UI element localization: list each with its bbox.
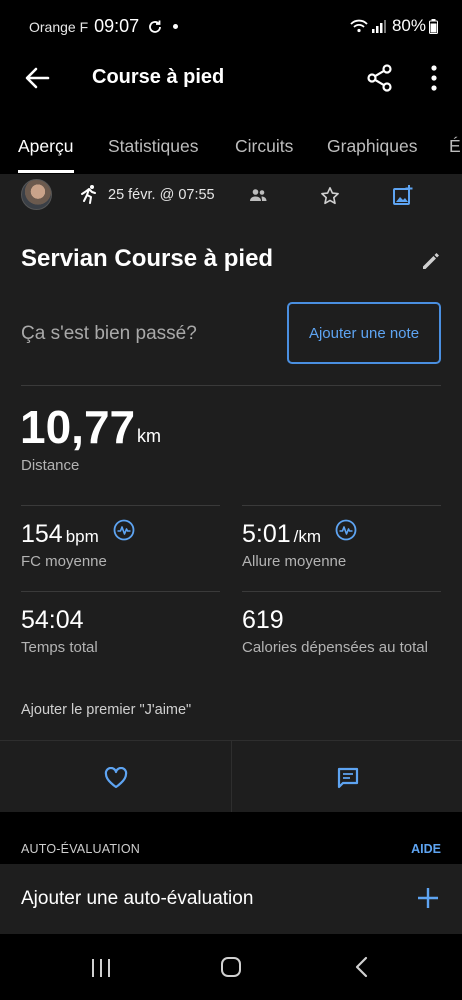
calories-value: 619: [242, 606, 284, 634]
signal-icon: [371, 20, 386, 33]
like-button[interactable]: [0, 741, 230, 813]
status-bar: Orange F 09:07 80%: [0, 0, 462, 52]
avg-hr-value: 154: [21, 520, 63, 548]
star-icon[interactable]: [320, 186, 340, 206]
distance-unit: km: [137, 426, 161, 446]
help-link[interactable]: AIDE: [411, 842, 441, 856]
clock: 09:07: [94, 16, 140, 36]
running-icon: [81, 185, 96, 204]
feel-prompt: Ça s'est bien passé?: [21, 323, 197, 344]
likes-prompt: Ajouter le premier "J'aime": [21, 702, 192, 718]
activity-overview: 25 févr. @ 07:55 Servian Course à pied Ç…: [0, 174, 462, 813]
section-title: AUTO-ÉVALUATION: [21, 842, 140, 856]
heart-rate-chart-icon[interactable]: [113, 519, 135, 541]
system-nav-bar: [0, 934, 462, 1000]
status-left: Orange F 09:07: [29, 16, 179, 37]
notification-dot-icon: [173, 24, 179, 29]
tab-circuits[interactable]: Circuits: [235, 136, 293, 157]
edit-pencil-icon[interactable]: [421, 251, 441, 271]
page-title: Course à pied: [92, 66, 225, 88]
avg-hr-metric: 154 bpm: [21, 520, 99, 549]
back-icon[interactable]: [354, 956, 368, 978]
activity-date: 25 févr. @ 07:55: [108, 187, 215, 203]
tab-next[interactable]: É: [449, 136, 461, 157]
comment-icon: [337, 767, 359, 789]
tab-apercu[interactable]: Aperçu: [18, 136, 73, 157]
add-self-evaluation-row[interactable]: Ajouter une auto-évaluation: [0, 864, 462, 934]
divider: [21, 505, 220, 506]
avg-pace-label: Allure moyenne: [242, 553, 347, 570]
calories-label: Calories dépensées au total: [242, 639, 428, 656]
avg-hr-label: FC moyenne: [21, 553, 107, 570]
tab-statistiques[interactable]: Statistiques: [108, 136, 198, 157]
add-note-button[interactable]: Ajouter une note: [287, 302, 441, 364]
carrier-label: Orange F: [29, 18, 89, 35]
avg-hr-unit: bpm: [65, 527, 99, 546]
sync-icon: [149, 20, 162, 33]
battery-icon: [429, 18, 438, 34]
divider: [21, 591, 220, 592]
total-time-value: 54:04: [21, 606, 84, 634]
social-actions: [0, 740, 462, 813]
wifi-icon: [350, 19, 368, 33]
avg-pace-unit: /km: [293, 527, 322, 546]
pace-chart-icon[interactable]: [335, 519, 357, 541]
app-bar: Course à pied: [0, 52, 462, 106]
self-evaluation-header: AUTO-ÉVALUATION AIDE: [0, 812, 462, 864]
status-right: 80%: [350, 16, 438, 36]
activity-title: Servian Course à pied: [21, 245, 274, 272]
activity-header-row: 25 févr. @ 07:55: [0, 174, 462, 216]
avg-pace-metric: 5:01/km: [242, 520, 321, 549]
active-tab-indicator: [18, 170, 74, 173]
heart-icon: [104, 767, 128, 789]
distance-value: 10,77: [20, 401, 136, 453]
avatar[interactable]: [21, 179, 52, 210]
tab-graphiques[interactable]: Graphiques: [327, 136, 417, 157]
share-icon[interactable]: [367, 64, 393, 92]
battery-percent: 80%: [391, 16, 426, 35]
add-photo-icon[interactable]: [393, 185, 413, 205]
recent-apps-icon[interactable]: [90, 958, 112, 978]
add-self-evaluation-label: Ajouter une auto-évaluation: [21, 888, 254, 909]
divider: [242, 505, 441, 506]
tab-bar: Aperçu Statistiques Circuits Graphiques …: [0, 120, 462, 174]
total-time-label: Temps total: [21, 639, 98, 656]
people-icon[interactable]: [250, 188, 267, 202]
comment-button[interactable]: [231, 741, 462, 813]
avg-pace-value: 5:01: [242, 520, 291, 548]
distance-label: Distance: [21, 457, 80, 474]
plus-icon[interactable]: [417, 887, 439, 909]
divider: [242, 591, 441, 592]
more-vert-icon[interactable]: [425, 64, 443, 92]
home-icon[interactable]: [220, 956, 242, 978]
divider: [21, 385, 441, 386]
arrow-back-icon[interactable]: [24, 65, 50, 91]
